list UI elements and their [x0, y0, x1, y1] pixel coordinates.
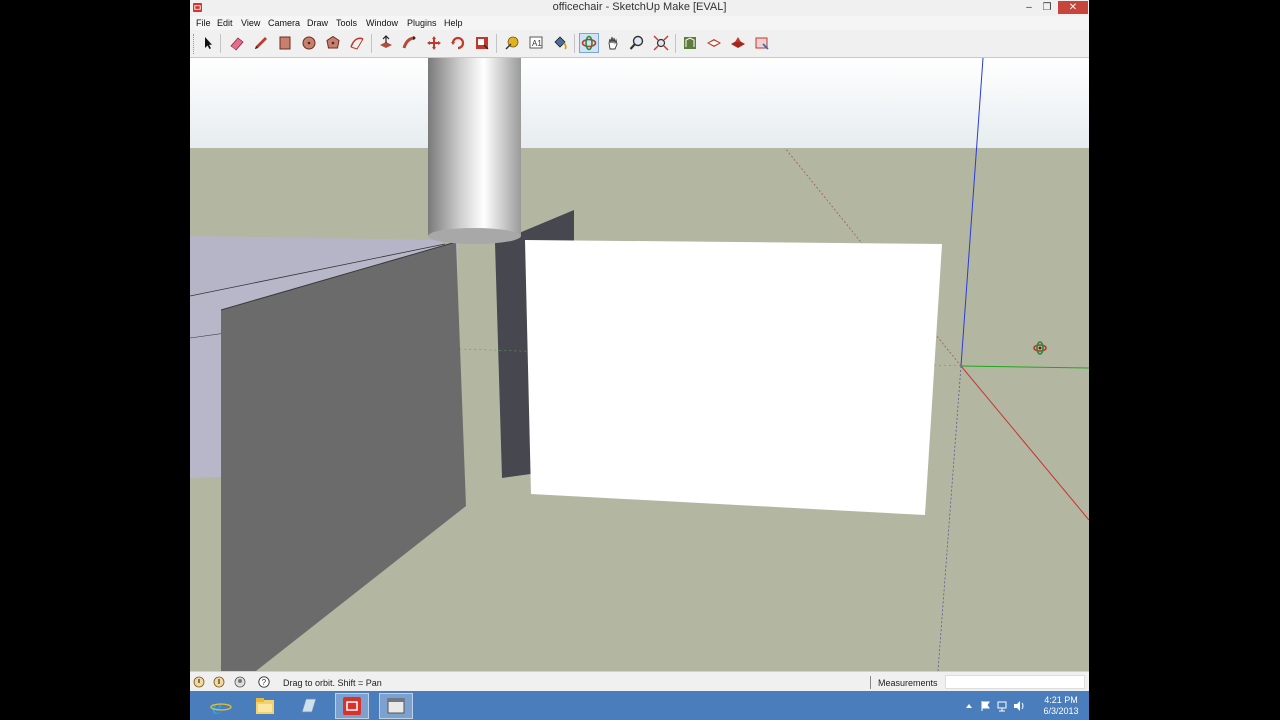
file-explorer-icon[interactable]	[248, 693, 282, 719]
text-icon[interactable]: A1	[526, 33, 546, 53]
internet-explorer-icon[interactable]: e	[204, 693, 238, 719]
menu-plugins[interactable]: Plugins	[407, 18, 437, 28]
rectangle-icon[interactable]	[275, 33, 295, 53]
pan-icon[interactable]	[603, 33, 623, 53]
window-title: officechair - SketchUp Make [EVAL]	[552, 1, 727, 13]
restore-button[interactable]: ❐	[1036, 1, 1058, 14]
sky	[190, 58, 1089, 148]
status-hint: Drag to orbit. Shift = Pan	[283, 678, 382, 688]
zoom-extents-icon[interactable]	[651, 33, 671, 53]
follow-me-icon[interactable]	[400, 33, 420, 53]
model-viewport[interactable]	[190, 58, 1089, 671]
generic-window-icon[interactable]	[379, 693, 413, 719]
menu-camera[interactable]: Camera	[268, 18, 300, 28]
select-icon[interactable]	[198, 33, 218, 53]
toolbar-grip[interactable]	[193, 34, 196, 54]
menu-edit[interactable]: Edit	[217, 18, 233, 28]
measurements-field[interactable]	[945, 675, 1085, 689]
zoom-icon[interactable]	[627, 33, 647, 53]
measurements-label: Measurements	[878, 678, 938, 688]
circle-icon[interactable]	[299, 33, 319, 53]
toolbar: A1	[190, 30, 1089, 58]
arc-icon[interactable]	[347, 33, 367, 53]
sign-in-icon[interactable]	[234, 676, 246, 688]
svg-text:A1: A1	[532, 39, 542, 48]
svg-text:?: ?	[262, 678, 267, 687]
sketchup-window: officechair - SketchUp Make [EVAL] – ❐ ✕…	[190, 0, 1089, 720]
action-center-flag-icon[interactable]	[979, 700, 991, 712]
chair-cylinder	[428, 58, 521, 236]
menu-view[interactable]: View	[241, 18, 260, 28]
store-app-icon[interactable]	[292, 693, 326, 719]
paint-bucket-icon[interactable]	[550, 33, 570, 53]
menu-help[interactable]: Help	[444, 18, 463, 28]
clock-date: 6/3/2013	[1043, 706, 1079, 716]
move-icon[interactable]	[424, 33, 444, 53]
pencil-icon[interactable]	[251, 33, 271, 53]
sketchup-icon[interactable]	[335, 693, 369, 719]
svg-text:e: e	[212, 695, 222, 717]
status-bar: ? Drag to orbit. Shift = Pan Measurement…	[190, 671, 1089, 692]
system-clock[interactable]: 4:21 PM 6/3/2013	[1036, 695, 1086, 717]
push-pull-icon[interactable]	[376, 33, 396, 53]
white-panel	[525, 240, 942, 515]
rotate-icon[interactable]	[448, 33, 468, 53]
menu-bar: File Edit View Camera Draw Tools Window …	[190, 16, 1089, 30]
menu-draw[interactable]: Draw	[307, 18, 328, 28]
share-model-icon[interactable]	[728, 33, 748, 53]
network-icon[interactable]	[996, 700, 1008, 712]
polygon-icon[interactable]	[323, 33, 343, 53]
menu-file[interactable]: File	[196, 18, 211, 28]
orbit-icon[interactable]	[579, 33, 599, 53]
windows-taskbar: e 4:21 PM 6/3/2013	[190, 691, 1089, 720]
scale-icon[interactable]	[472, 33, 492, 53]
help-icon[interactable]: ?	[258, 676, 270, 688]
get-models-icon[interactable]	[704, 33, 724, 53]
georeference-icon[interactable]	[193, 676, 205, 688]
menu-tools[interactable]: Tools	[336, 18, 357, 28]
volume-icon[interactable]	[1013, 700, 1025, 712]
eraser-icon[interactable]	[227, 33, 247, 53]
status-divider	[870, 676, 871, 689]
title-bar[interactable]: officechair - SketchUp Make [EVAL] – ❐ ✕	[190, 0, 1089, 16]
3d-warehouse-icon[interactable]	[680, 33, 700, 53]
credits-icon[interactable]	[213, 676, 225, 688]
tape-measure-icon[interactable]	[502, 33, 522, 53]
show-hidden-icons-icon[interactable]	[963, 700, 975, 712]
close-button[interactable]: ✕	[1058, 1, 1088, 14]
clock-time: 4:21 PM	[1044, 695, 1078, 705]
menu-window[interactable]: Window	[366, 18, 398, 28]
share-component-icon[interactable]	[752, 33, 772, 53]
